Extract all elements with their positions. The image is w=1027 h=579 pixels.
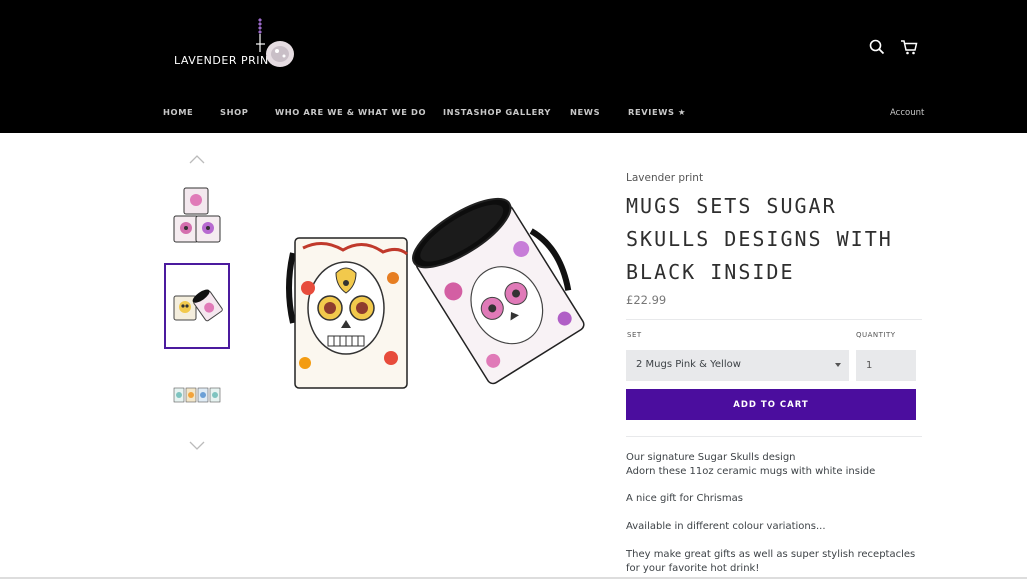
divider [626,319,922,320]
set-select-value: 2 Mugs Pink & Yellow [636,359,741,370]
three-mugs-thumbnail-image [173,187,221,243]
product-description: Our signature Sugar Skulls design Adorn … [626,451,926,479]
quantity-label: QUANTITY [856,331,896,339]
lavender-mug-logo-icon [256,18,294,67]
product-thumbnail-1[interactable] [164,173,230,259]
product-thumbnail-3[interactable] [164,352,230,438]
nav-instashop-gallery[interactable]: INSTASHOP GALLERY [443,107,551,117]
product-price: £22.99 [626,293,667,307]
product-thumbnail-2[interactable] [164,263,230,349]
product-vendor[interactable]: Lavender print [626,172,703,184]
divider [626,436,922,437]
nav-who-are-we[interactable]: WHO ARE WE & WHAT WE DO [275,107,426,117]
select-arrow-icon [835,363,841,367]
main-product-image[interactable] [283,168,585,413]
account-link[interactable]: Account [890,108,924,118]
product-title: MUGS SETS SUGAR SKULLS DESIGNS WITH BLAC… [626,194,893,284]
product-description-closing: They make great gifts as well as super s… [626,548,926,576]
four-mugs-thumbnail-image [173,387,221,403]
site-logo[interactable]: LAVENDER PRINT [170,18,294,74]
nav-news[interactable]: NEWS [570,107,600,117]
search-icon[interactable] [868,38,886,56]
two-mugs-thumbnail-image [173,289,223,322]
description-line: for your favorite hot drink! [626,563,760,574]
nav-reviews[interactable]: REVIEWS ★ [628,107,686,117]
site-header: LAVENDER PRINT HOME SHOP WHO ARE WE & WH… [0,0,1027,133]
description-line: Adorn these 11oz ceramic mugs with white… [626,466,876,477]
nav-shop[interactable]: SHOP [220,107,248,117]
description-line: They make great gifts as well as super s… [626,549,916,560]
description-line: Available in different colour variations… [626,521,826,532]
set-select[interactable]: 2 Mugs Pink & Yellow [626,350,849,381]
chevron-up-icon[interactable] [189,153,205,165]
set-label: SET [627,331,642,339]
cart-icon[interactable] [900,38,918,56]
chevron-down-icon[interactable] [189,440,205,452]
description-line: A nice gift for Chrismas [626,493,743,504]
description-line: Our signature Sugar Skulls design [626,452,796,463]
add-to-cart-button[interactable]: ADD TO CART [626,389,916,420]
nav-home[interactable]: HOME [163,107,193,117]
quantity-input[interactable] [856,350,916,381]
